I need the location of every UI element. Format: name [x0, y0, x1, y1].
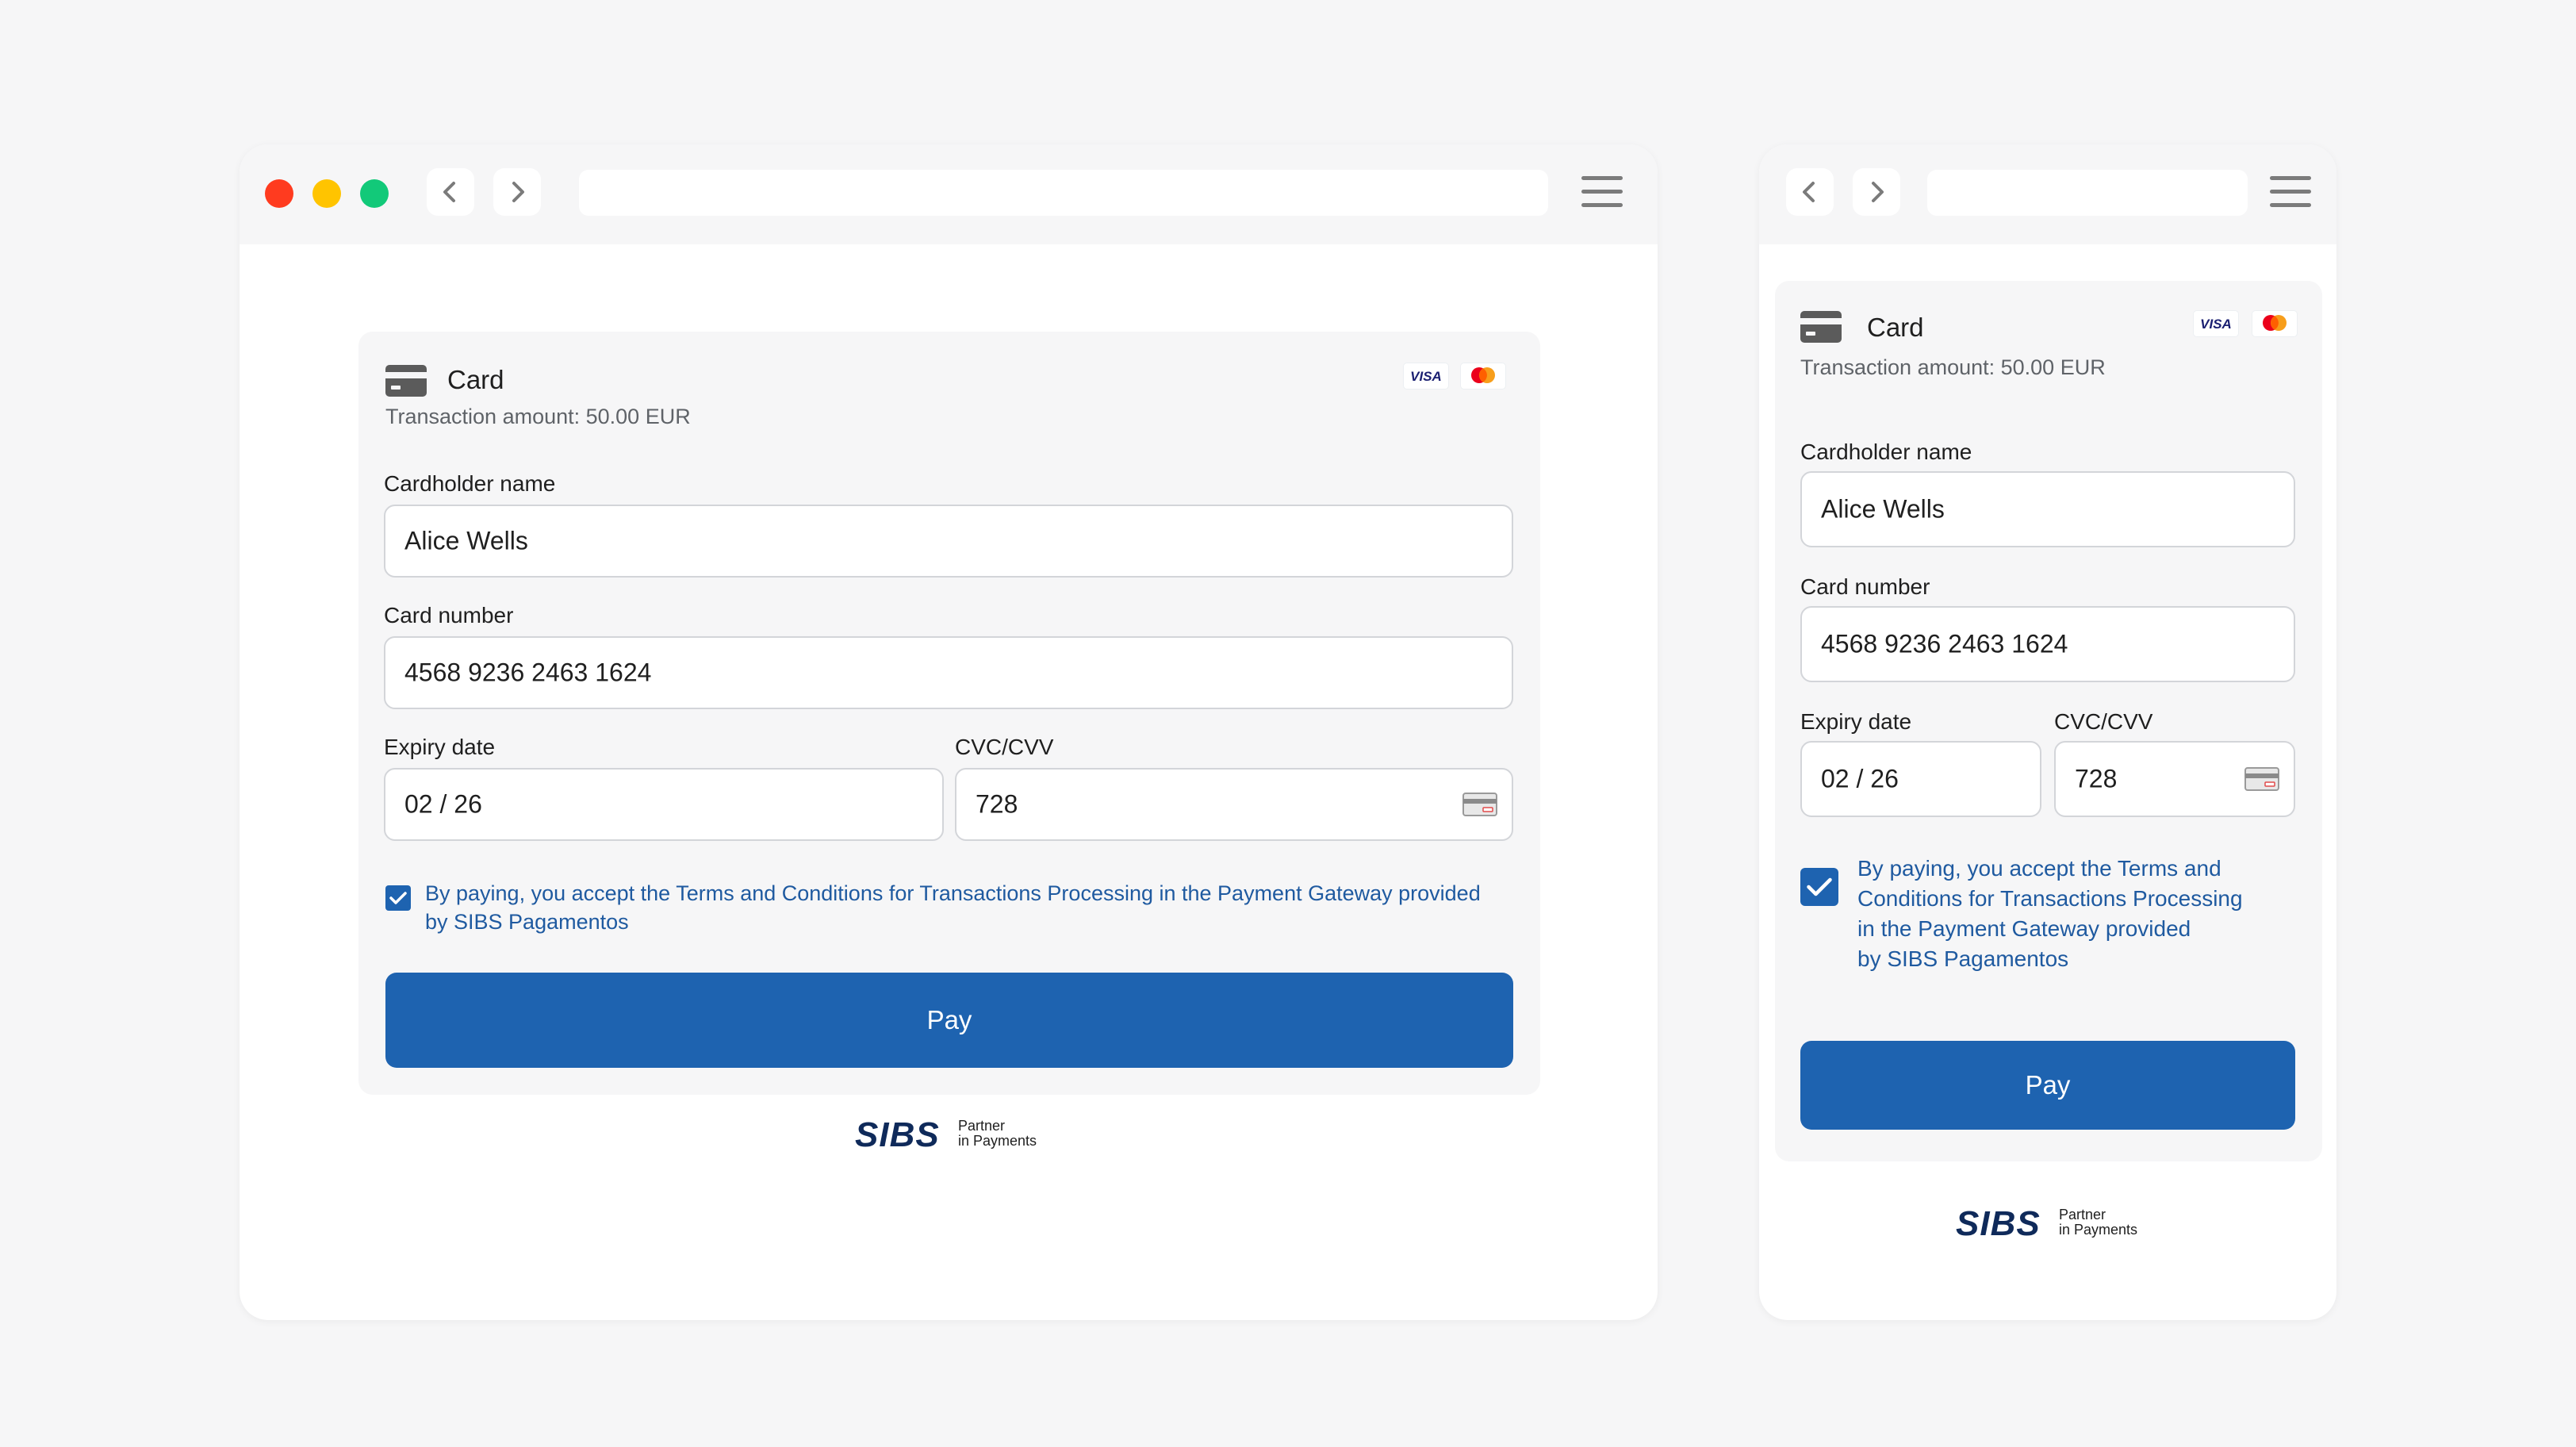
cardholder-name-label: Cardholder name — [384, 471, 556, 496]
terms-text: By paying, you accept the Terms and Cond… — [1857, 854, 2310, 974]
cvv-input[interactable]: 728 — [955, 768, 1513, 841]
expiry-date-label: Expiry date — [1800, 709, 1912, 734]
card-number-input[interactable]: 4568 9236 2463 1624 — [1800, 606, 2295, 682]
transaction-amount: Transaction amount: 50.00 EUR — [1800, 355, 2106, 379]
cardholder-name-input[interactable]: Alice Wells — [1800, 471, 2295, 547]
sibs-logo: SIBS Partner in Payments — [1956, 1204, 2146, 1244]
card-number-value: 4568 9236 2463 1624 — [404, 658, 652, 687]
expiry-date-value: 02 / 26 — [404, 789, 482, 819]
check-icon — [1807, 877, 1832, 896]
chevron-right-icon — [1872, 182, 1884, 202]
terms-line: in the Payment Gateway provided — [1857, 916, 2191, 941]
chevron-left-icon — [1803, 182, 1815, 202]
chevron-right-icon — [512, 182, 524, 202]
mobile-browser-window: Card Transaction amount: 50.00 EUR VISA … — [1759, 144, 2336, 1320]
check-icon — [389, 892, 407, 904]
address-bar[interactable] — [579, 170, 1548, 216]
sibs-brand: SIBS — [1956, 1204, 2041, 1243]
visa-logo: VISA — [2194, 311, 2238, 336]
pay-button[interactable]: Pay — [385, 973, 1513, 1068]
terms-text: By paying, you accept the Terms and Cond… — [425, 879, 1520, 936]
card-number-value: 4568 9236 2463 1624 — [1821, 629, 2068, 658]
close-window-button[interactable] — [265, 179, 293, 208]
back-button[interactable] — [427, 168, 474, 216]
cvv-label: CVC/CVV — [955, 735, 1054, 759]
terms-line: Conditions for Transactions Processing — [1857, 886, 2243, 911]
pay-button[interactable]: Pay — [1800, 1041, 2295, 1130]
sibs-logo: SIBS Partner in Payments — [855, 1115, 1045, 1155]
cardholder-name-value: Alice Wells — [404, 526, 528, 555]
cvv-card-icon — [2244, 767, 2279, 791]
maximize-window-button[interactable] — [360, 179, 389, 208]
visa-logo: VISA — [1404, 363, 1448, 389]
cardholder-name-label: Cardholder name — [1800, 439, 1972, 464]
cvv-input[interactable]: 728 — [2054, 741, 2295, 817]
expiry-date-value: 02 / 26 — [1821, 764, 1899, 793]
sibs-tag-line: in Payments — [958, 1132, 1037, 1149]
cvv-value: 728 — [976, 789, 1018, 819]
card-number-label: Card number — [384, 603, 514, 628]
card-number-label: Card number — [1800, 574, 1930, 599]
mastercard-logo — [1461, 363, 1505, 389]
hamburger-menu-icon[interactable] — [2270, 176, 2311, 208]
cvv-value: 728 — [2075, 764, 2118, 793]
desktop-browser-window: Card Transaction amount: 50.00 EUR VISA … — [240, 144, 1658, 1320]
payment-form: Card Transaction amount: 50.00 EUR VISA … — [1775, 281, 2322, 1161]
forward-button[interactable] — [493, 168, 541, 216]
terms-line: By paying, you accept the Terms and Cond… — [425, 881, 1481, 905]
payment-method-title: Card — [447, 365, 504, 394]
sibs-tag-line: Partner — [2059, 1207, 2106, 1222]
terms-checkbox[interactable] — [385, 885, 411, 911]
cardholder-name-value: Alice Wells — [1821, 494, 1945, 524]
browser-toolbar — [1759, 144, 2336, 244]
card-number-input[interactable]: 4568 9236 2463 1624 — [384, 636, 1513, 709]
cvv-label: CVC/CVV — [2054, 709, 2153, 734]
cardholder-name-input[interactable]: Alice Wells — [384, 505, 1513, 578]
expiry-date-label: Expiry date — [384, 735, 496, 759]
forward-button[interactable] — [1853, 168, 1900, 216]
terms-checkbox[interactable] — [1800, 868, 1838, 906]
minimize-window-button[interactable] — [312, 179, 341, 208]
mastercard-logo — [2252, 311, 2297, 336]
chevron-left-icon — [443, 182, 455, 202]
sibs-brand: SIBS — [855, 1115, 940, 1154]
back-button[interactable] — [1786, 168, 1834, 216]
sibs-tag-line: in Payments — [2059, 1221, 2138, 1238]
transaction-amount: Transaction amount: 50.00 EUR — [385, 405, 691, 428]
expiry-date-input[interactable]: 02 / 26 — [1800, 741, 2041, 817]
browser-toolbar — [240, 144, 1658, 244]
hamburger-menu-icon[interactable] — [1581, 176, 1623, 208]
expiry-date-input[interactable]: 02 / 26 — [384, 768, 944, 841]
credit-card-icon — [385, 365, 427, 397]
payment-form: Card Transaction amount: 50.00 EUR VISA … — [358, 332, 1540, 1095]
sibs-tagline: Partner in Payments — [958, 1119, 1037, 1149]
address-bar[interactable] — [1927, 170, 2248, 216]
credit-card-icon — [1800, 311, 1842, 343]
terms-line: by SIBS Pagamentos — [425, 910, 629, 934]
payment-method-title: Card — [1867, 313, 1924, 342]
cvv-card-icon — [1462, 793, 1497, 816]
sibs-tag-line: Partner — [958, 1118, 1006, 1134]
terms-line: By paying, you accept the Terms and — [1857, 856, 2221, 881]
sibs-tagline: Partner in Payments — [2059, 1207, 2137, 1238]
terms-line: by SIBS Pagamentos — [1857, 946, 2069, 971]
